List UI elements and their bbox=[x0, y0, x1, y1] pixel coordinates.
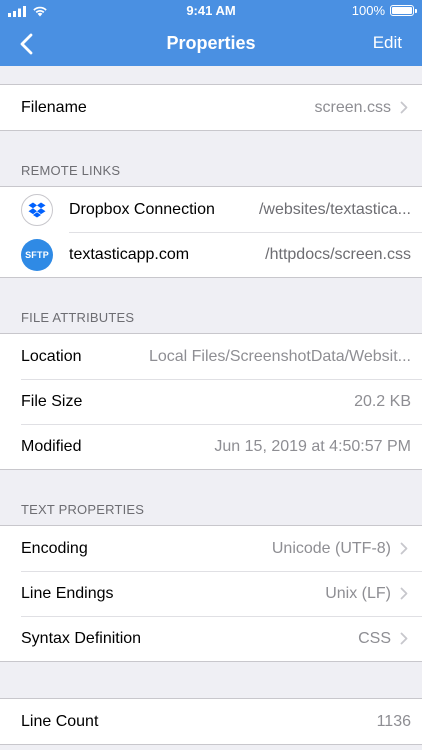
file-size-value: 20.2 KB bbox=[354, 392, 411, 410]
chevron-right-icon bbox=[397, 101, 411, 115]
filename-value: screen.css bbox=[314, 98, 391, 116]
properties-content: Filename screen.css REMOTE LINKS Dropbox… bbox=[0, 66, 422, 745]
dropbox-icon bbox=[21, 193, 53, 226]
syntax-definition-label: Syntax Definition bbox=[21, 629, 142, 647]
sftp-icon: SFTP bbox=[21, 238, 53, 271]
line-count-row: Line Count 1136 bbox=[0, 699, 422, 744]
syntax-definition-row[interactable]: Syntax Definition CSS bbox=[0, 616, 422, 661]
status-bar: 9:41 AM 100% bbox=[0, 0, 422, 22]
encoding-value: Unicode (UTF-8) bbox=[271, 539, 391, 557]
encoding-label: Encoding bbox=[21, 539, 88, 557]
stats-spacer bbox=[0, 662, 422, 698]
stats-group: Line Count 1136 bbox=[0, 698, 422, 745]
chevron-right-icon bbox=[397, 587, 411, 601]
line-count-value: 1136 bbox=[376, 712, 411, 730]
filename-label: Filename bbox=[21, 98, 87, 116]
battery-status: 100% bbox=[351, 3, 417, 18]
file-size-row: File Size 20.2 KB bbox=[0, 379, 422, 424]
location-value: Local Files/ScreenshotData/Websit... bbox=[148, 347, 411, 365]
modified-label: Modified bbox=[21, 437, 82, 455]
remote-link-path: /httpdocs/screen.css bbox=[265, 245, 411, 263]
remote-link-dropbox[interactable]: Dropbox Connection /websites/textastica.… bbox=[0, 187, 422, 232]
location-row: Location Local Files/ScreenshotData/Webs… bbox=[0, 334, 422, 379]
remote-link-path: /websites/textastica... bbox=[258, 200, 411, 218]
remote-links-header: REMOTE LINKS bbox=[21, 163, 121, 178]
remote-link-sftp[interactable]: SFTP textasticapp.com /httpdocs/screen.c… bbox=[0, 232, 422, 277]
syntax-definition-value: CSS bbox=[358, 629, 391, 647]
battery-percent: 100% bbox=[351, 3, 385, 18]
line-count-label: Line Count bbox=[21, 712, 99, 730]
chevron-right-icon bbox=[397, 632, 411, 646]
remote-link-label: textasticapp.com bbox=[69, 245, 190, 263]
text-properties-header: TEXT PROPERTIES bbox=[21, 502, 145, 517]
remote-link-label: Dropbox Connection bbox=[69, 200, 215, 218]
encoding-row[interactable]: Encoding Unicode (UTF-8) bbox=[0, 526, 422, 571]
location-label: Location bbox=[21, 347, 82, 365]
page-title: Properties bbox=[166, 33, 256, 53]
remote-links-group: Dropbox Connection /websites/textastica.… bbox=[0, 186, 422, 278]
modified-value: Jun 15, 2019 at 4:50:57 PM bbox=[214, 437, 411, 455]
chevron-right-icon bbox=[397, 542, 411, 556]
file-size-label: File Size bbox=[21, 392, 83, 410]
navigation-header: 9:41 AM 100% Properties Edit bbox=[0, 0, 422, 66]
text-properties-group: Encoding Unicode (UTF-8) Line Endings Un… bbox=[0, 525, 422, 662]
file-attributes-header: FILE ATTRIBUTES bbox=[21, 310, 135, 325]
filename-row[interactable]: Filename screen.css bbox=[0, 85, 422, 130]
battery-icon bbox=[390, 5, 417, 16]
file-attributes-group: Location Local Files/ScreenshotData/Webs… bbox=[0, 333, 422, 470]
modified-row: Modified Jun 15, 2019 at 4:50:57 PM bbox=[0, 424, 422, 469]
line-endings-label: Line Endings bbox=[21, 584, 114, 602]
line-endings-row[interactable]: Line Endings Unix (LF) bbox=[0, 571, 422, 616]
edit-button[interactable]: Edit bbox=[373, 33, 402, 53]
line-endings-value: Unix (LF) bbox=[325, 584, 391, 602]
filename-group: Filename screen.css bbox=[0, 84, 422, 131]
nav-bar: Properties Edit bbox=[0, 22, 422, 66]
